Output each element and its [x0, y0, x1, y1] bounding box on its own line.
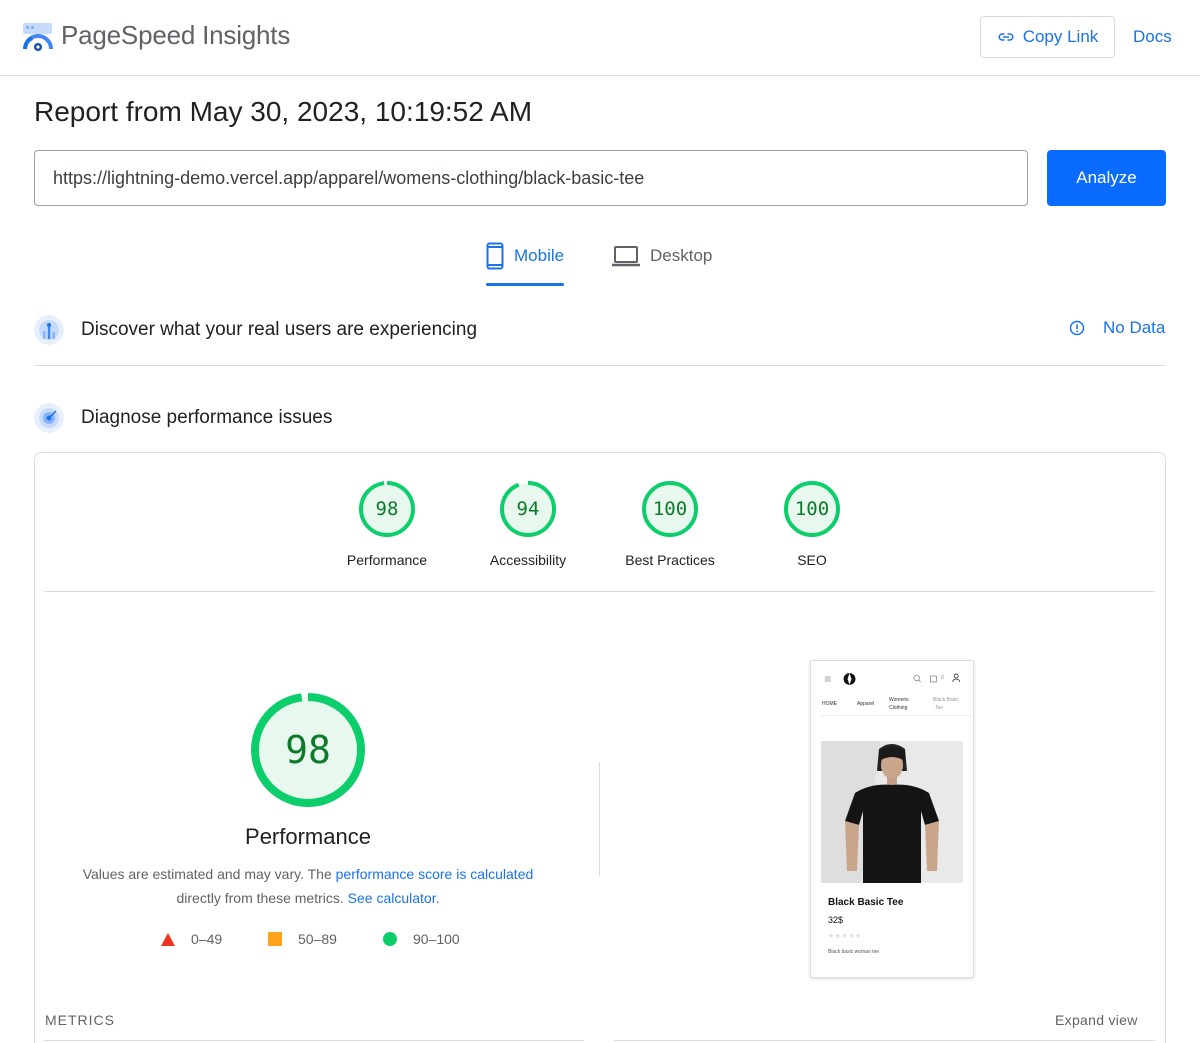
- no-data-status[interactable]: No Data: [1069, 318, 1165, 338]
- score-calculated-link[interactable]: performance score is calculated: [336, 866, 534, 882]
- divider: [44, 1040, 584, 1041]
- breadcrumb: HOME Apparel Womens Clothing Black Basic…: [821, 697, 971, 713]
- url-value: https://lightning-demo.vercel.app/appare…: [53, 167, 645, 188]
- final-screenshot[interactable]: 0 HOME Apparel Womens Clothing Black Bas…: [810, 660, 974, 978]
- breadcrumb-item: Apparel: [857, 701, 875, 707]
- product-image: [821, 741, 963, 883]
- copy-link-label: Copy Link: [1022, 27, 1099, 46]
- breadcrumb-item: Womens: [889, 697, 909, 703]
- url-input[interactable]: https://lightning-demo.vercel.app/appare…: [34, 150, 1028, 206]
- circle-icon: [383, 932, 397, 946]
- score-value: 100: [652, 498, 688, 520]
- users-chart-icon: [34, 315, 64, 345]
- field-data-section[interactable]: Discover what your real users are experi…: [34, 310, 1166, 350]
- star-rating: ★★★★★: [828, 933, 862, 940]
- link-icon: [998, 33, 1014, 41]
- score-label: Performance: [346, 552, 428, 568]
- divider: [821, 715, 971, 716]
- cart-count: 0: [941, 675, 944, 681]
- radar-icon: [34, 403, 64, 433]
- legend-pass: 90–100: [383, 931, 460, 947]
- gauge-ring: 100: [641, 480, 699, 538]
- performance-title: Performance: [245, 824, 371, 849]
- score-gauge-best-practices[interactable]: 100 Best Practices: [600, 480, 740, 568]
- smartphone-icon: [486, 242, 504, 270]
- triangle-icon: [161, 932, 175, 946]
- performance-description: Values are estimated and may vary. The p…: [68, 862, 548, 910]
- top-bar: PageSpeed Insights Copy Link Docs: [0, 0, 1200, 76]
- field-data-title: Discover what your real users are experi…: [81, 319, 478, 340]
- breadcrumb-item: HOME: [822, 701, 837, 707]
- score-value: 94: [516, 498, 540, 520]
- pagespeed-logo[interactable]: [22, 22, 54, 52]
- divider: [34, 365, 1166, 366]
- description-text: Values are estimated and may vary. The: [82, 866, 336, 882]
- divider: [614, 1040, 1155, 1041]
- score-value: 98: [375, 498, 399, 520]
- gauge-ring: 98: [358, 480, 416, 538]
- divider: [44, 591, 1155, 592]
- site-header: [824, 673, 961, 685]
- score-label: Best Practices: [625, 552, 715, 568]
- legend-fail: 0–49: [161, 931, 222, 947]
- score-label: SEO: [797, 552, 827, 568]
- docs-link[interactable]: Docs: [1133, 27, 1172, 47]
- see-calculator-link[interactable]: See calculator.: [348, 890, 440, 906]
- description-text: directly from these metrics.: [176, 890, 348, 906]
- tab-mobile-label: Mobile: [514, 246, 565, 265]
- gauge-ring: 94: [499, 480, 557, 538]
- expand-view-toggle[interactable]: Expand view: [1055, 1012, 1138, 1028]
- score-label: Accessibility: [489, 552, 567, 568]
- legend-average: 50–89: [268, 931, 337, 947]
- vertical-divider: [599, 762, 600, 876]
- score-gauge-accessibility[interactable]: 94 Accessibility: [458, 480, 598, 568]
- tab-desktop-label: Desktop: [650, 246, 713, 265]
- breadcrumb-item: Black Basic: [933, 697, 959, 703]
- lab-data-section: Diagnose performance issues: [34, 398, 1166, 438]
- square-icon: [268, 932, 282, 946]
- analyze-button[interactable]: Analyze: [1047, 150, 1166, 206]
- legend-label: 50–89: [298, 931, 337, 947]
- legend-label: 90–100: [413, 931, 460, 947]
- tab-mobile[interactable]: Mobile: [486, 242, 565, 286]
- breadcrumb-item: Tee: [935, 705, 944, 711]
- gauge-ring: 100: [783, 480, 841, 538]
- report-title: Report from May 30, 2023, 10:19:52 AM: [34, 96, 533, 127]
- metrics-heading: METRICS: [45, 1012, 115, 1028]
- product-description: Black basic woman tee: [828, 949, 880, 955]
- performance-score-value: 98: [285, 728, 331, 772]
- score-value: 100: [794, 498, 830, 520]
- performance-gauge-large: 98: [250, 692, 366, 808]
- brand-title: PageSpeed Insights: [61, 20, 291, 50]
- tab-desktop[interactable]: Desktop: [612, 242, 712, 286]
- no-data-label: No Data: [1103, 318, 1166, 337]
- legend-label: 0–49: [191, 931, 223, 947]
- score-gauge-seo[interactable]: 100 SEO: [742, 480, 882, 568]
- score-gauge-performance[interactable]: 98 Performance: [317, 480, 457, 568]
- copy-link-button[interactable]: Copy Link: [980, 16, 1115, 58]
- lab-data-title: Diagnose performance issues: [81, 407, 333, 428]
- laptop-icon: [612, 246, 640, 267]
- product-name: Black Basic Tee: [828, 897, 904, 908]
- breadcrumb-item: Clothing: [889, 705, 908, 711]
- info-circle-icon: [1069, 320, 1085, 336]
- product-price: 32$: [828, 915, 844, 925]
